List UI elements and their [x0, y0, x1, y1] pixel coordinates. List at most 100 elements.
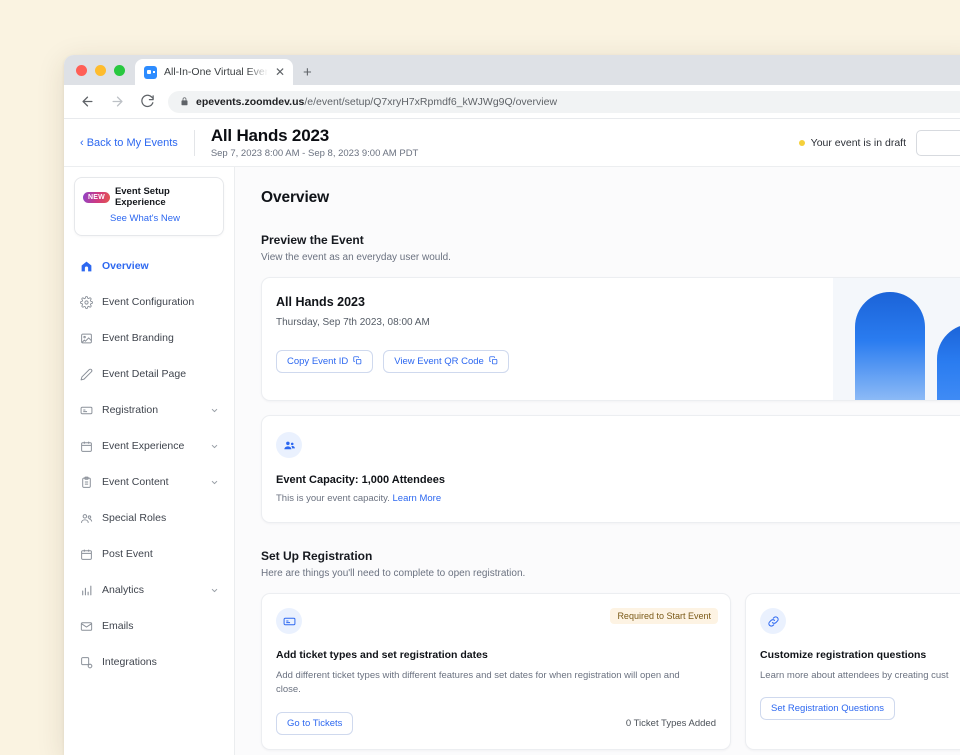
preview-section-title: Preview the Event [261, 233, 960, 247]
chevron-down-icon[interactable] [210, 442, 219, 451]
attendees-icon [276, 432, 302, 458]
chevron-down-icon[interactable] [210, 406, 219, 415]
sidebar-item-label: Analytics [102, 584, 201, 596]
chevron-down-icon[interactable] [210, 586, 219, 595]
chevron-down-icon[interactable] [210, 478, 219, 487]
sidebar-item-label: Event Experience [102, 440, 201, 452]
sidebar-item-label: Special Roles [102, 512, 219, 524]
registration-card-grid: Required to Start Event Add ticket types … [261, 593, 960, 750]
bar-chart-icon [79, 583, 93, 597]
tab-title: All-In-One Virtual Event Platfo [164, 66, 268, 78]
new-badge: NEW [83, 192, 110, 203]
sidebar-item-label: Event Branding [102, 332, 219, 344]
calendar-icon [79, 439, 93, 453]
close-icon[interactable]: ✕ [275, 66, 285, 78]
status-badge: Your event is in draft [799, 137, 906, 149]
reload-icon[interactable] [138, 93, 156, 111]
sidebar-item-event-configuration[interactable]: Event Configuration [72, 284, 226, 320]
sidebar-item-event-detail-page[interactable]: Event Detail Page [72, 356, 226, 392]
header-right: Your event is in draft [799, 130, 960, 156]
registration-task-title: Add ticket types and set registration da… [276, 649, 716, 661]
preview-event-date: Thursday, Sep 7th 2023, 08:00 AM [276, 317, 833, 328]
overview-title: Overview [261, 189, 960, 207]
close-window-button[interactable] [76, 65, 87, 76]
back-to-my-events-link[interactable]: ‹ Back to My Events [80, 137, 178, 149]
registration-task-button[interactable]: Go to Tickets [276, 712, 353, 735]
capacity-sub: This is your event capacity. Learn More [276, 493, 960, 504]
sidebar-item-registration[interactable]: Registration [72, 392, 226, 428]
zoom-favicon [144, 66, 157, 79]
copy-icon [489, 356, 498, 368]
url-path: /e/event/setup/Q7xryH7xRpmdf6_kWJWg9Q/ov… [304, 96, 557, 108]
registration-task-card: Customize registration questionsLearn mo… [745, 593, 960, 750]
event-preview-card[interactable]: All Hands 2023 Thursday, Sep 7th 2023, 0… [261, 277, 960, 401]
sidebar-item-integrations[interactable]: Integrations [72, 644, 226, 680]
copy-icon [353, 356, 362, 368]
copy-event-id-label: Copy Event ID [287, 356, 348, 367]
browser-toolbar: epevents.zoomdev.us/e/event/setup/Q7xryH… [64, 85, 960, 119]
registration-task-description: Learn more about attendees by creating c… [760, 669, 960, 683]
preview-section-sub: View the event as an everyday user would… [261, 252, 960, 263]
preview-event-title: All Hands 2023 [276, 295, 833, 309]
view-event-qr-code-button[interactable]: View Event QR Code [383, 350, 509, 373]
integrations-icon [79, 655, 93, 669]
registration-section-sub: Here are things you'll need to complete … [261, 568, 960, 579]
preview-card-left: All Hands 2023 Thursday, Sep 7th 2023, 0… [262, 278, 833, 400]
browser-window: All-In-One Virtual Event Platfo ✕ + epev… [64, 55, 960, 755]
sidebar-item-emails[interactable]: Emails [72, 608, 226, 644]
sidebar-item-overview[interactable]: Overview [72, 248, 226, 284]
home-icon [79, 259, 93, 273]
registration-task-footer: Go to Tickets 0 Ticket Types Added [276, 712, 716, 735]
see-whats-new-link[interactable]: See What's New [110, 213, 180, 224]
sidebar-item-event-content[interactable]: Event Content [72, 464, 226, 500]
event-banner-image [833, 278, 960, 400]
address-bar[interactable]: epevents.zoomdev.us/e/event/setup/Q7xryH… [168, 91, 960, 113]
main-content: Overview Preview the Event View the even… [235, 167, 960, 755]
ticket-icon [79, 403, 93, 417]
pencil-icon [79, 367, 93, 381]
status-label: Your event is in draft [811, 137, 906, 149]
banner-arch-shape [937, 324, 960, 400]
promo-row: NEW Event Setup Experience [83, 186, 215, 208]
sidebar-item-post-event[interactable]: Post Event [72, 536, 226, 572]
image-icon [79, 331, 93, 345]
required-badge: Required to Start Event [610, 608, 718, 624]
learn-more-link[interactable]: Learn More [393, 493, 442, 504]
minimize-window-button[interactable] [95, 65, 106, 76]
sidebar-item-label: Post Event [102, 548, 219, 560]
sidebar-item-event-branding[interactable]: Event Branding [72, 320, 226, 356]
view-qr-label: View Event QR Code [394, 356, 484, 367]
registration-section-title: Set Up Registration [261, 549, 960, 563]
clipboard-icon [79, 475, 93, 489]
window-controls [74, 55, 135, 85]
sidebar-item-analytics[interactable]: Analytics [72, 572, 226, 608]
sidebar: NEW Event Setup Experience See What's Ne… [64, 167, 235, 755]
sidebar-item-label: Emails [102, 620, 219, 632]
forward-icon[interactable] [108, 93, 126, 111]
maximize-window-button[interactable] [114, 65, 125, 76]
lock-icon [180, 97, 189, 106]
sidebar-item-event-experience[interactable]: Event Experience [72, 428, 226, 464]
back-icon[interactable] [78, 93, 96, 111]
registration-task-footer: Set Registration Questions [760, 697, 960, 720]
browser-tab[interactable]: All-In-One Virtual Event Platfo ✕ [135, 59, 293, 85]
sidebar-item-label: Event Detail Page [102, 368, 219, 380]
sidebar-item-label: Overview [102, 260, 219, 272]
ticket-icon [276, 608, 302, 634]
promo-title: Event Setup Experience [115, 186, 215, 208]
sidebar-item-special-roles[interactable]: Special Roles [72, 500, 226, 536]
promo-card: NEW Event Setup Experience See What's Ne… [74, 177, 224, 236]
sidebar-item-label: Event Content [102, 476, 201, 488]
app-header: ‹ Back to My Events All Hands 2023 Sep 7… [64, 119, 960, 167]
copy-event-id-button[interactable]: Copy Event ID [276, 350, 373, 373]
sidebar-item-label: Event Configuration [102, 296, 219, 308]
link-icon [760, 608, 786, 634]
new-tab-button[interactable]: + [303, 65, 312, 80]
people-icon [79, 511, 93, 525]
browser-tabstrip: All-In-One Virtual Event Platfo ✕ + [64, 55, 960, 85]
registration-task-count: 0 Ticket Types Added [626, 718, 716, 729]
registration-task-button[interactable]: Set Registration Questions [760, 697, 895, 720]
header-action-button[interactable] [916, 130, 960, 156]
calendar-icon [79, 547, 93, 561]
banner-arch-shape [855, 292, 925, 400]
